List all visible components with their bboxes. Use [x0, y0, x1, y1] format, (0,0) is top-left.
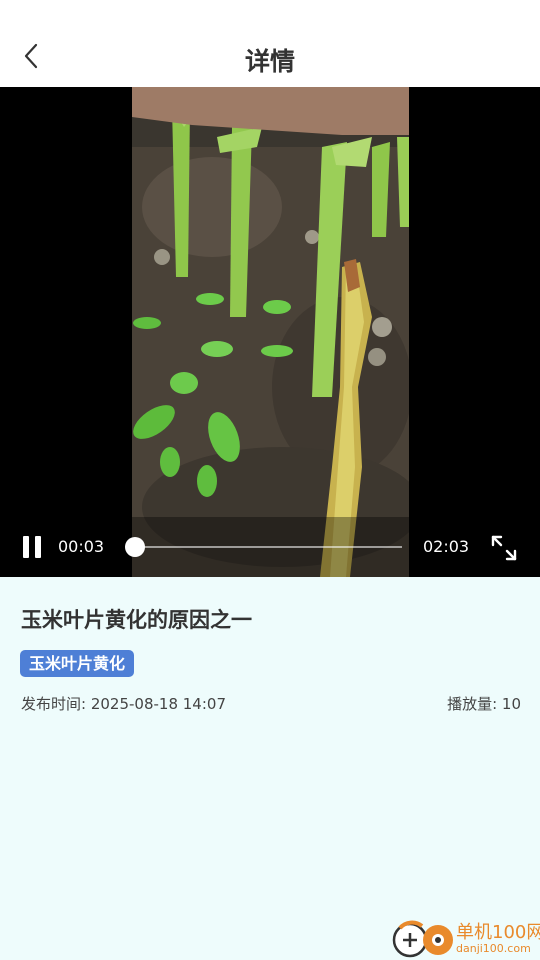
pause-button[interactable] — [18, 532, 48, 562]
top-bar: 详情 — [0, 0, 540, 87]
progress-knob[interactable] — [124, 537, 145, 557]
page-title: 详情 — [244, 47, 295, 76]
watermark-logo-icon — [392, 918, 458, 958]
video-frame-image — [132, 87, 409, 577]
video-player[interactable]: 00:03 02:03 — [0, 87, 540, 577]
play-count: 播放量: 10 — [447, 695, 521, 713]
publish-time: 发布时间: 2025-08-18 14:07 — [21, 695, 226, 713]
video-frame — [132, 87, 409, 577]
current-time: 00:03 — [58, 537, 105, 556]
video-controls: 00:03 02:03 — [0, 517, 540, 577]
watermark: 单机100网 danji100.com — [388, 914, 540, 960]
post-title: 玉米叶片黄化的原因之一 — [21, 608, 252, 632]
watermark-name: 单机100网 — [456, 922, 540, 943]
watermark-url: danji100.com — [456, 942, 531, 955]
topic-tag[interactable]: 玉米叶片黄化 — [20, 650, 135, 677]
fullscreen-expand-icon — [488, 535, 520, 567]
total-time: 02:03 — [423, 537, 470, 556]
fullscreen-button[interactable] — [488, 533, 520, 563]
progress-bar[interactable] — [124, 537, 402, 557]
